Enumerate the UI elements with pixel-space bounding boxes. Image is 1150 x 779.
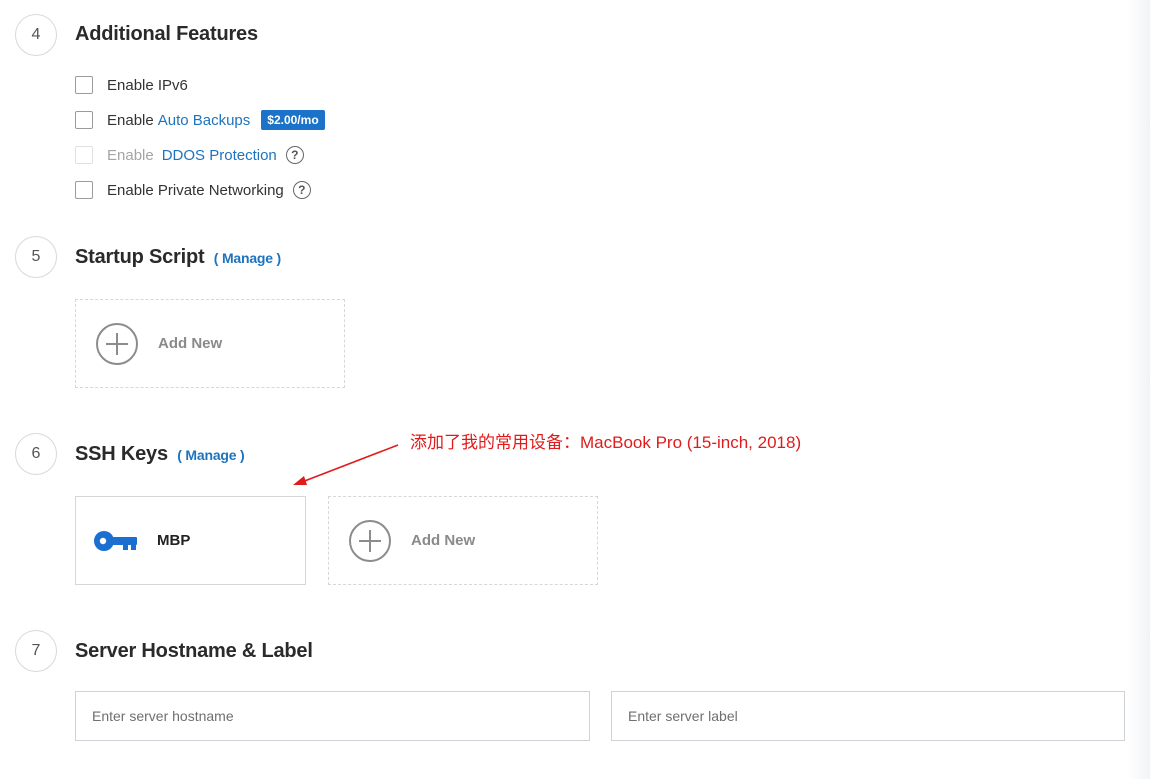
ssh-keys-title: SSH Keys (75, 443, 168, 465)
feature-ipv6-row: Enable IPv6 (75, 75, 188, 95)
ssh-key-add-new-label: Add New (411, 532, 476, 549)
annotation-text: 添加了我的常用设备：MacBook Pro (15-inch, 2018) (410, 433, 802, 452)
startup-script-manage-link[interactable]: ( Manage ) (214, 250, 281, 266)
startup-script-add-new-label: Add New (158, 335, 223, 352)
auto-backups-checkbox[interactable] (75, 111, 93, 129)
private-networking-checkbox[interactable] (75, 181, 93, 199)
section-title-additional-features: Additional Features (75, 23, 258, 45)
ipv6-label: Enable IPv6 (107, 76, 188, 94)
server-label-input[interactable] (611, 691, 1125, 741)
step-number-7: 7 (15, 630, 57, 672)
ipv6-checkbox[interactable] (75, 76, 93, 94)
ddos-prefix: Enable (107, 146, 154, 164)
startup-script-add-new-card[interactable]: Add New (75, 299, 345, 388)
section-title-server-hostname: Server Hostname & Label (75, 640, 313, 662)
plus-circle-icon (96, 322, 138, 365)
price-badge: $2.00/mo (261, 110, 325, 130)
ssh-key-add-new-card[interactable]: Add New (328, 496, 598, 585)
page-edge-shade (1128, 0, 1150, 779)
ssh-key-card-mbp[interactable]: MBP (75, 496, 306, 585)
section-title-ssh-keys: SSH Keys ( Manage ) (75, 443, 245, 466)
auto-backups-link[interactable]: Auto Backups (158, 112, 251, 129)
startup-script-title: Startup Script (75, 246, 205, 268)
key-icon (94, 530, 137, 551)
feature-private-networking-row: Enable Private Networking ? (75, 180, 311, 200)
private-networking-help-icon[interactable]: ? (292, 181, 311, 199)
section-title-startup-script: Startup Script ( Manage ) (75, 246, 281, 269)
ssh-keys-manage-link[interactable]: ( Manage ) (177, 447, 244, 463)
ddos-protection-link[interactable]: DDOS Protection (162, 147, 277, 164)
ssh-key-name: MBP (157, 532, 191, 549)
auto-backups-prefix: Enable (107, 111, 154, 129)
ddos-checkbox[interactable] (75, 146, 93, 164)
plus-circle-icon (349, 519, 391, 562)
server-hostname-input[interactable] (75, 691, 590, 741)
private-networking-label: Enable Private Networking (107, 181, 284, 199)
feature-ddos-row: Enable DDOS Protection ? (75, 145, 304, 165)
step-number-5: 5 (15, 236, 57, 278)
step-number-4: 4 (15, 14, 57, 56)
feature-auto-backups-row: Enable Auto Backups $2.00/mo (75, 110, 325, 130)
step-number-6: 6 (15, 433, 57, 475)
ddos-help-icon[interactable]: ? (285, 146, 304, 164)
